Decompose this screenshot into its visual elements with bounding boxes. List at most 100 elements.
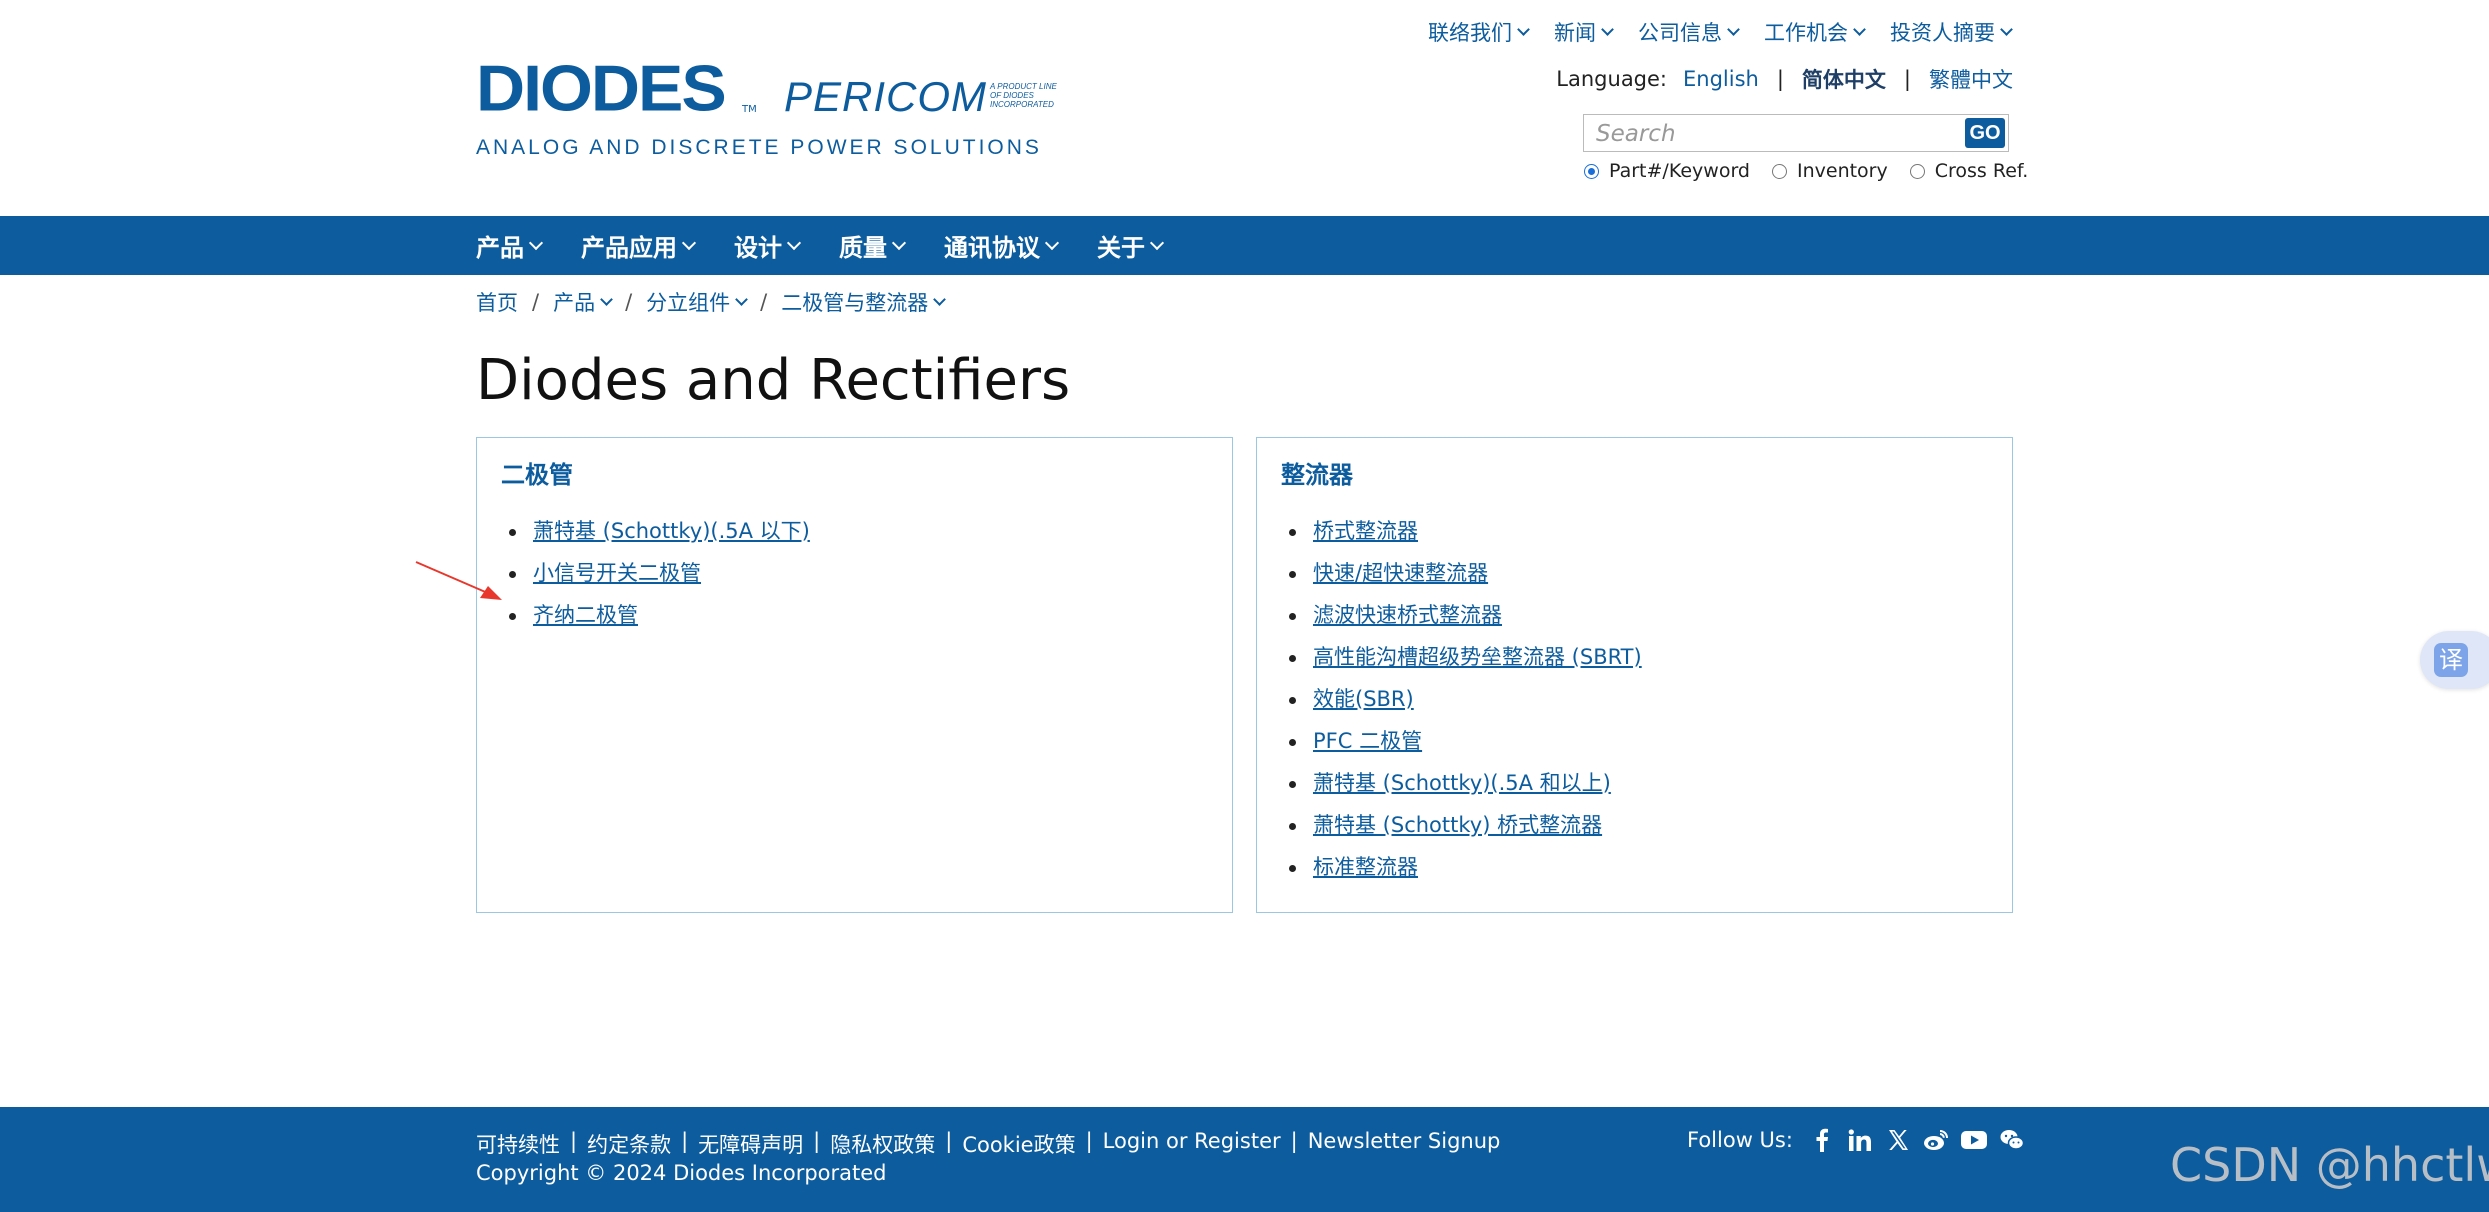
breadcrumb-label: 产品: [553, 291, 596, 315]
footer-link-cookie[interactable]: Cookie政策: [962, 1129, 1075, 1159]
pericom-wordmark: PERICOM: [784, 73, 988, 120]
breadcrumb-discretes[interactable]: 分立组件: [646, 287, 749, 317]
search-option-crossref[interactable]: Cross Ref.: [1909, 160, 2028, 182]
radio-icon[interactable]: [1909, 163, 1925, 179]
diodes-list: 萧特基 (Schottky)(.5A 以下) 小信号开关二极管 齐纳二极管: [509, 510, 810, 636]
weibo-icon[interactable]: [1923, 1127, 1949, 1153]
search-option-inventory[interactable]: Inventory: [1771, 160, 1888, 182]
footer-link-privacy[interactable]: 隐私权政策: [830, 1129, 935, 1159]
link-small-signal-switching[interactable]: 小信号开关二极管: [533, 561, 701, 585]
list-item: 齐纳二极管: [509, 594, 810, 636]
list-item: 快速/超快速整流器: [1289, 552, 1642, 594]
topnav-label: 投资人摘要: [1890, 21, 1995, 45]
chevron-down-icon: [933, 293, 947, 306]
topnav-company[interactable]: 公司信息: [1638, 17, 1740, 47]
breadcrumb-label: 首页: [476, 291, 518, 315]
chevron-down-icon: [1727, 23, 1740, 36]
chevron-down-icon: [1853, 23, 1866, 36]
link-bridge-rectifiers[interactable]: 桥式整流器: [1313, 519, 1418, 543]
link-pfc-diodes[interactable]: PFC 二极管: [1313, 729, 1422, 753]
chevron-down-icon: [891, 235, 907, 251]
topnav-label: 公司信息: [1638, 21, 1722, 45]
facebook-icon[interactable]: [1809, 1127, 1835, 1153]
list-item: 滤波快速桥式整流器: [1289, 594, 1642, 636]
mainnav-protocols[interactable]: 通讯协议: [944, 228, 1060, 263]
mainnav-about[interactable]: 关于: [1097, 228, 1165, 263]
link-sbr[interactable]: 效能(SBR): [1313, 687, 1414, 711]
search-option-keyword[interactable]: Part#/Keyword: [1584, 160, 1750, 182]
footer-link-terms[interactable]: 约定条款: [587, 1129, 671, 1159]
footer-separator: |: [945, 1129, 953, 1153]
footer-link-sustainability[interactable]: 可持续性: [476, 1129, 560, 1159]
breadcrumb-separator: /: [532, 290, 540, 314]
link-fast-ultrafast-rectifiers[interactable]: 快速/超快速整流器: [1313, 561, 1488, 585]
x-icon[interactable]: [1885, 1127, 1911, 1153]
breadcrumb-products[interactable]: 产品: [553, 287, 613, 317]
pericom-tagline: A PRODUCT LINE OF DIODES INCORPORATED: [990, 82, 1057, 109]
breadcrumb-label: 分立组件: [646, 291, 731, 315]
radio-label: Part#/Keyword: [1609, 160, 1750, 182]
language-label: Language:: [1556, 67, 1668, 91]
rectifiers-list: 桥式整流器 快速/超快速整流器 滤波快速桥式整流器 高性能沟槽超级势垒整流器 (…: [1289, 510, 1642, 888]
link-schottky-bridge[interactable]: 萧特基 (Schottky) 桥式整流器: [1313, 813, 1602, 837]
topnav-news[interactable]: 新闻: [1554, 17, 1614, 47]
list-item: 小信号开关二极管: [509, 552, 810, 594]
search-go-button[interactable]: GO: [1965, 118, 2005, 148]
mainnav-design[interactable]: 设计: [734, 228, 802, 263]
social-links: Follow Us:: [1687, 1127, 2037, 1153]
language-separator: |: [1776, 67, 1784, 91]
diodes-logo[interactable]: DIODES TM PERICOM A PRODUCT LINE OF DIOD…: [476, 52, 1076, 168]
search-input[interactable]: [1584, 115, 1968, 153]
breadcrumb: 首页 / 产品 / 分立组件 / 二极管与整流器: [476, 287, 947, 317]
link-filter-fast-bridge[interactable]: 滤波快速桥式整流器: [1313, 603, 1502, 627]
search-type-options: Part#/Keyword Inventory Cross Ref.: [1584, 160, 2050, 182]
footer-separator: |: [1085, 1129, 1093, 1153]
brand-tagline: ANALOG AND DISCRETE POWER SOLUTIONS: [476, 136, 1042, 159]
chevron-down-icon: [786, 235, 802, 251]
link-schottky-5a-and-above[interactable]: 萧特基 (Schottky)(.5A 和以上): [1313, 771, 1611, 795]
mainnav-label: 产品应用: [581, 234, 677, 262]
translate-icon: 译: [2434, 643, 2468, 677]
link-zener-diodes[interactable]: 齐纳二极管: [533, 603, 638, 627]
language-simplified-chinese[interactable]: 简体中文: [1802, 64, 1886, 94]
linkedin-icon[interactable]: [1847, 1127, 1873, 1153]
mainnav-applications[interactable]: 产品应用: [581, 228, 697, 263]
wechat-icon[interactable]: [1999, 1127, 2025, 1153]
youtube-icon[interactable]: [1960, 1127, 1987, 1153]
translate-button[interactable]: 译: [2420, 631, 2489, 689]
footer-separator: |: [1290, 1129, 1298, 1153]
topnav-contact[interactable]: 联络我们: [1428, 17, 1530, 47]
list-item: 标准整流器: [1289, 846, 1642, 888]
footer-link-accessibility[interactable]: 无障碍声明: [698, 1129, 803, 1159]
list-item: 萧特基 (Schottky) 桥式整流器: [1289, 804, 1642, 846]
breadcrumb-diodes-rectifiers[interactable]: 二极管与整流器: [781, 287, 947, 317]
radio-icon[interactable]: [1771, 163, 1787, 179]
language-traditional-chinese[interactable]: 繁體中文: [1929, 64, 2013, 94]
link-schottky-under-5a[interactable]: 萧特基 (Schottky)(.5A 以下): [533, 519, 810, 543]
link-standard-rectifiers[interactable]: 标准整流器: [1313, 855, 1418, 879]
chevron-down-icon: [528, 235, 544, 251]
mainnav-quality[interactable]: 质量: [839, 228, 907, 263]
radio-selected-icon[interactable]: [1584, 163, 1599, 179]
chevron-down-icon: [735, 293, 749, 306]
diodes-wordmark: DIODES: [476, 52, 727, 125]
list-item: 高性能沟槽超级势垒整流器 (SBRT): [1289, 636, 1642, 678]
breadcrumb-label: 二极管与整流器: [781, 291, 929, 315]
radio-label: Inventory: [1796, 160, 1888, 182]
footer-link-newsletter[interactable]: Newsletter Signup: [1308, 1129, 1501, 1159]
topnav-investors[interactable]: 投资人摘要: [1890, 17, 2013, 47]
chevron-down-icon: [1044, 235, 1060, 251]
follow-us-label: Follow Us:: [1687, 1128, 1793, 1152]
mainnav-label: 关于: [1097, 234, 1145, 262]
list-item: 效能(SBR): [1289, 678, 1642, 720]
mainnav-products[interactable]: 产品: [476, 228, 544, 263]
topnav-careers[interactable]: 工作机会: [1764, 17, 1866, 47]
link-sbrt[interactable]: 高性能沟槽超级势垒整流器 (SBRT): [1313, 645, 1642, 669]
language-separator: |: [1903, 67, 1911, 91]
chevron-down-icon: [681, 235, 697, 251]
footer-link-login[interactable]: Login or Register: [1103, 1129, 1281, 1159]
breadcrumb-home[interactable]: 首页: [476, 287, 518, 317]
language-english[interactable]: English: [1683, 67, 1759, 91]
site-header: DIODES TM PERICOM A PRODUCT LINE OF DIOD…: [0, 0, 2489, 216]
list-item: PFC 二极管: [1289, 720, 1642, 762]
